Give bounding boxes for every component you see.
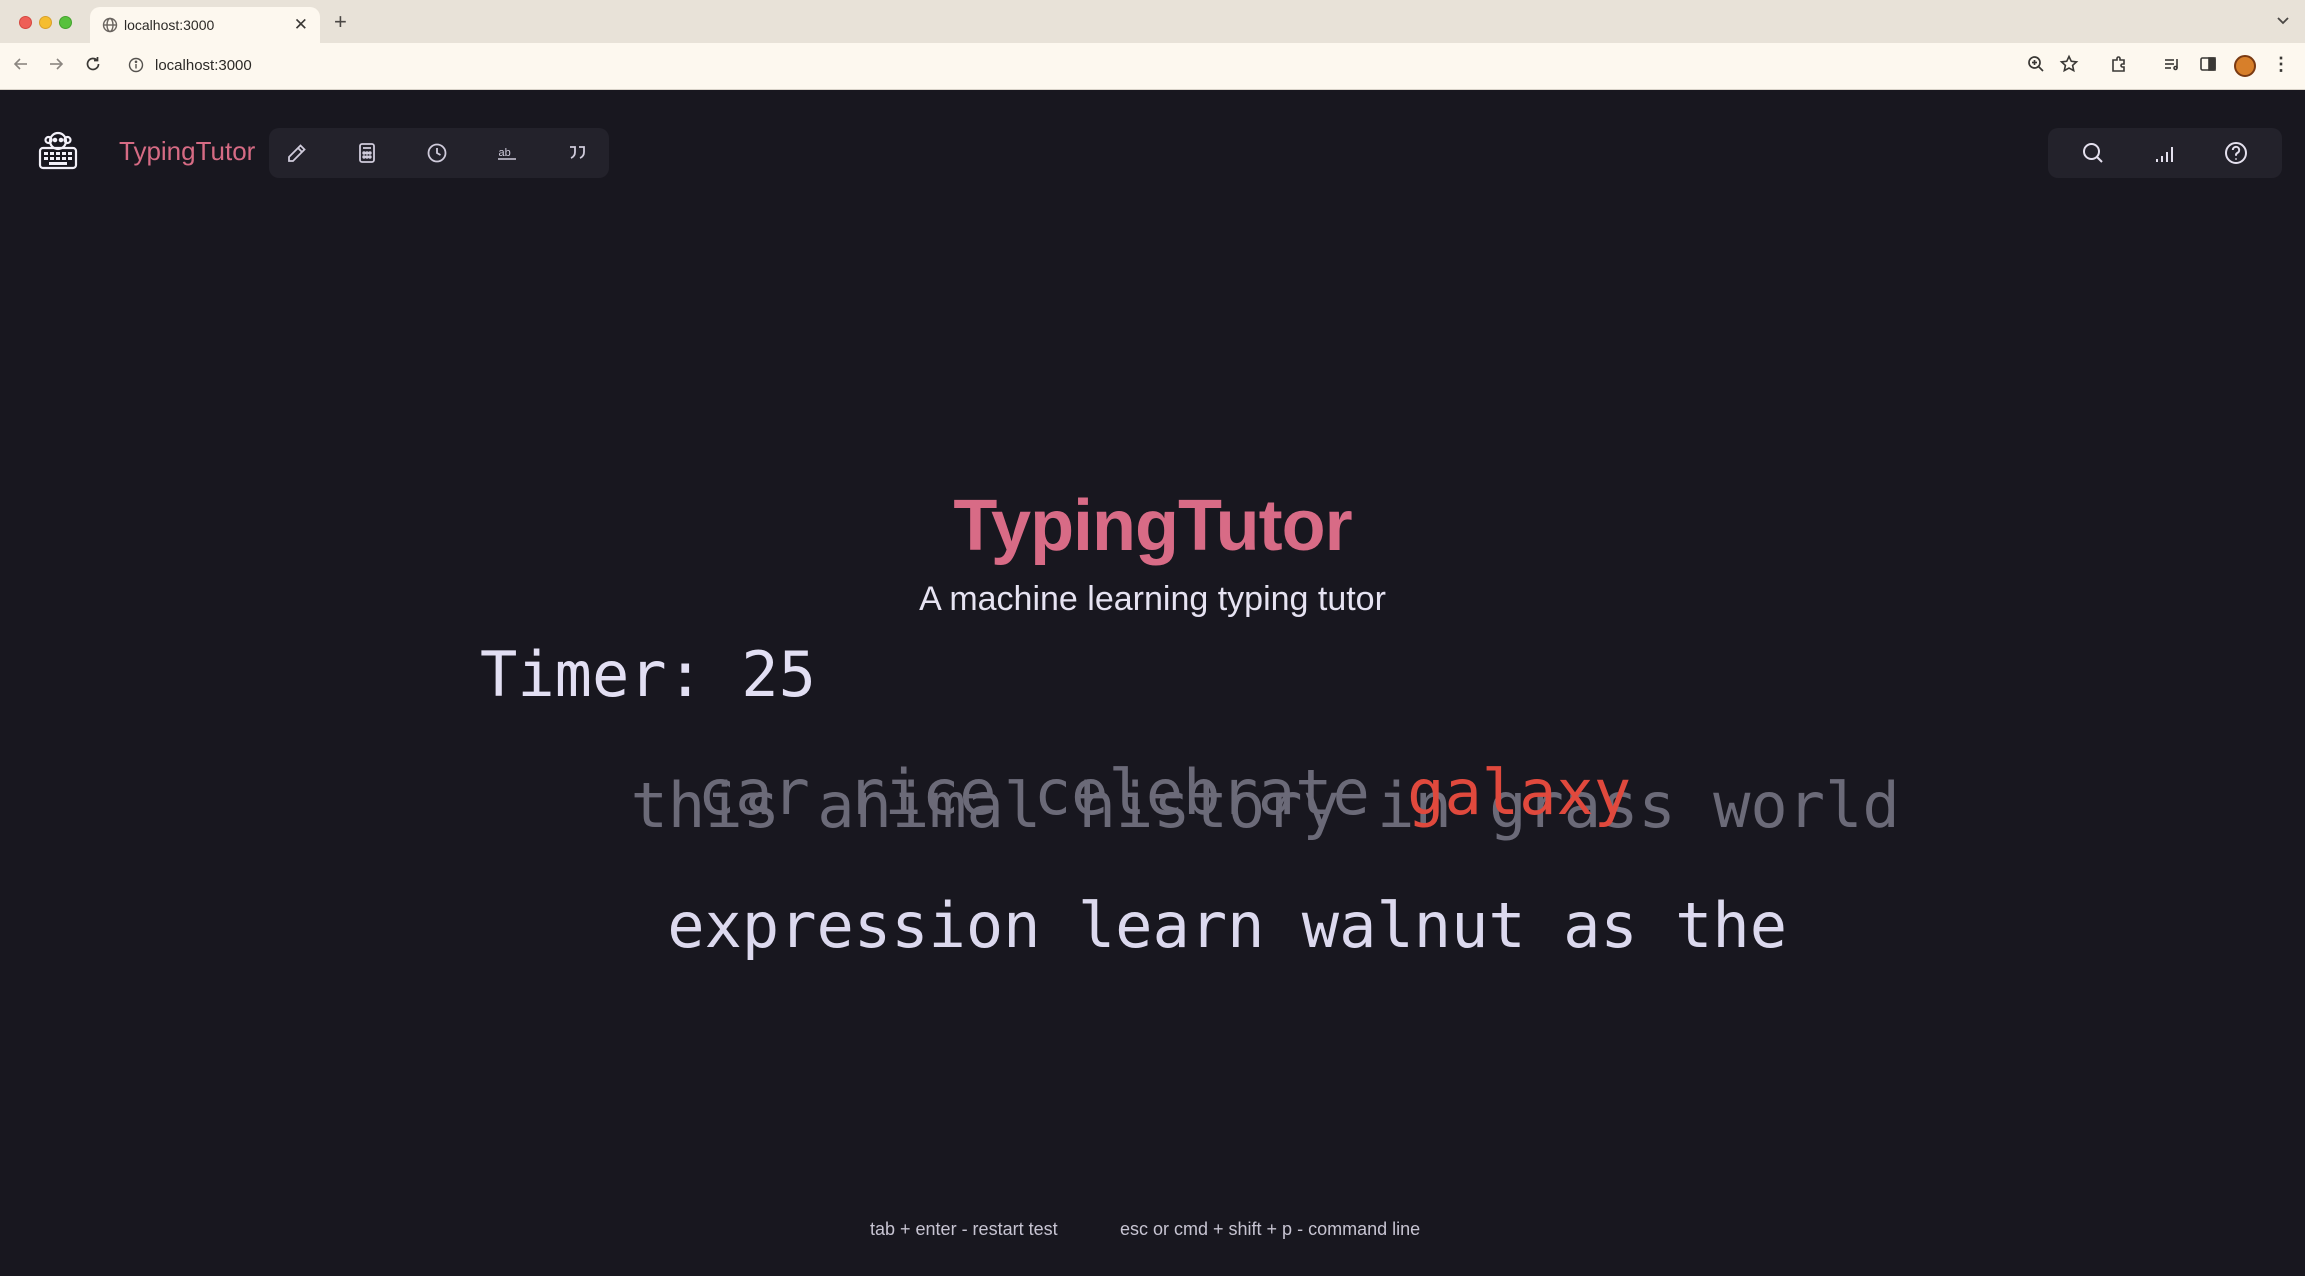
restart-hint: tab + enter - restart test — [870, 1219, 1058, 1239]
ab-text-icon[interactable]: ab — [495, 141, 519, 165]
back-arrow-icon[interactable] — [12, 55, 30, 73]
zoom-icon[interactable] — [2026, 54, 2046, 74]
pencil-icon[interactable] — [285, 141, 309, 165]
monkey-keyboard-logo-icon[interactable] — [36, 128, 80, 172]
bookmark-star-icon[interactable] — [2059, 54, 2079, 74]
side-panel-icon[interactable] — [2198, 54, 2218, 74]
clock-icon[interactable] — [425, 141, 449, 165]
tab-strip: localhost:3000 ✕ + — [0, 0, 2305, 43]
svg-text:ab: ab — [499, 147, 511, 159]
calculator-icon[interactable] — [355, 141, 379, 165]
profile-avatar[interactable] — [2234, 55, 2256, 77]
browser-tab[interactable]: localhost:3000 ✕ — [90, 7, 320, 43]
mode-toolbar: ab — [269, 128, 609, 178]
signal-bars-icon[interactable] — [2152, 140, 2178, 166]
forward-arrow-icon[interactable] — [47, 55, 65, 73]
browser-chrome: localhost:3000 ✕ + localhost:3000 ⋮ — [0, 0, 2305, 90]
upcoming-words: expression learn walnut as the — [667, 889, 1788, 962]
words-line-3: expression learn walnut as the — [0, 816, 2305, 1035]
maximize-window-button[interactable] — [59, 16, 72, 29]
search-icon[interactable] — [2080, 140, 2106, 166]
globe-icon — [102, 17, 118, 33]
hero-title: TypingTutor — [953, 486, 1352, 566]
site-info-icon[interactable] — [128, 57, 144, 73]
brand-name[interactable]: TypingTutor — [119, 136, 255, 167]
media-queue-icon[interactable] — [2162, 54, 2182, 74]
address-bar[interactable] — [122, 51, 2097, 81]
utility-toolbar — [2048, 128, 2282, 178]
url-text: localhost:3000 — [155, 57, 252, 74]
tab-close-button[interactable]: ✕ — [294, 15, 308, 35]
new-tab-button[interactable]: + — [334, 9, 347, 35]
help-icon[interactable] — [2223, 140, 2249, 166]
chevron-down-icon[interactable] — [2275, 12, 2291, 28]
quote-icon[interactable] — [565, 141, 589, 165]
tab-title: localhost:3000 — [124, 17, 215, 33]
hero-subtitle: A machine learning typing tutor — [919, 580, 1386, 618]
browser-menu-button[interactable]: ⋮ — [2272, 54, 2290, 75]
close-window-button[interactable] — [19, 16, 32, 29]
extensions-icon[interactable] — [2109, 54, 2129, 74]
reload-icon[interactable] — [84, 55, 102, 73]
minimize-window-button[interactable] — [39, 16, 52, 29]
command-line-hint: esc or cmd + shift + p - command line — [1120, 1219, 1421, 1239]
app-container: TypingTutor ab TypingTutor A machine lea… — [0, 90, 2305, 1276]
